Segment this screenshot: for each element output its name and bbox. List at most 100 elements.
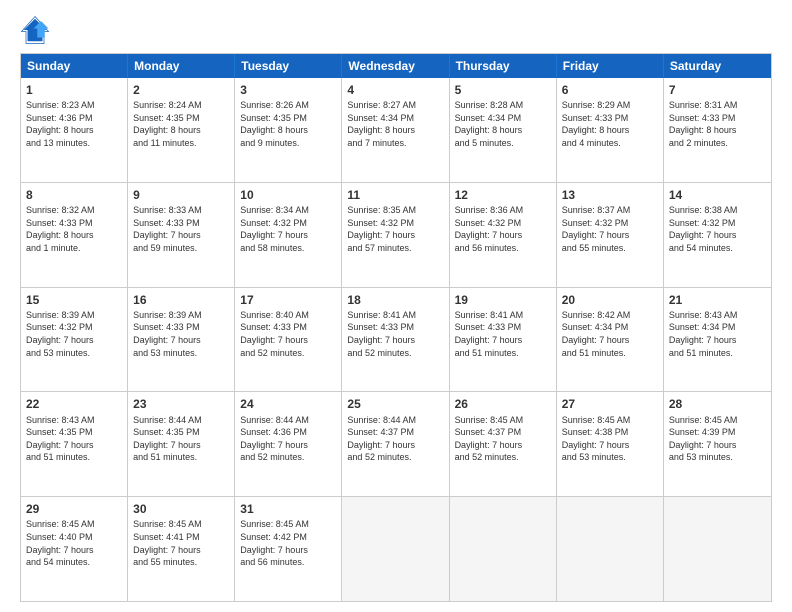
day-number: 21 bbox=[669, 292, 766, 308]
calendar-cell: 23 Sunrise: 8:44 AM Sunset: 4:35 PM Dayli… bbox=[128, 392, 235, 496]
page: SundayMondayTuesdayWednesdayThursdayFrid… bbox=[0, 0, 792, 612]
day-number: 28 bbox=[669, 396, 766, 412]
logo-icon bbox=[20, 15, 50, 45]
calendar-header-cell: Wednesday bbox=[342, 54, 449, 78]
cell-text: Sunrise: 8:45 AM Sunset: 4:40 PM Dayligh… bbox=[26, 518, 122, 568]
cell-text: Sunrise: 8:45 AM Sunset: 4:38 PM Dayligh… bbox=[562, 414, 658, 464]
calendar-body: 1Sunrise: 8:23 AM Sunset: 4:36 PM Daylig… bbox=[21, 78, 771, 601]
cell-text: Sunrise: 8:35 AM Sunset: 4:32 PM Dayligh… bbox=[347, 204, 443, 254]
calendar-cell: 13Sunrise: 8:37 AM Sunset: 4:32 PM Dayli… bbox=[557, 183, 664, 287]
cell-text: Sunrise: 8:27 AM Sunset: 4:34 PM Dayligh… bbox=[347, 99, 443, 149]
day-number: 4 bbox=[347, 82, 443, 98]
calendar-header-cell: Saturday bbox=[664, 54, 771, 78]
cell-text: Sunrise: 8:41 AM Sunset: 4:33 PM Dayligh… bbox=[455, 309, 551, 359]
cell-text: Sunrise: 8:33 AM Sunset: 4:33 PM Dayligh… bbox=[133, 204, 229, 254]
calendar-cell: 15Sunrise: 8:39 AM Sunset: 4:32 PM Dayli… bbox=[21, 288, 128, 392]
calendar-cell: 8Sunrise: 8:32 AM Sunset: 4:33 PM Daylig… bbox=[21, 183, 128, 287]
calendar-cell: 28 Sunrise: 8:45 AM Sunset: 4:39 PM Dayli… bbox=[664, 392, 771, 496]
cell-text: Sunrise: 8:32 AM Sunset: 4:33 PM Dayligh… bbox=[26, 204, 122, 254]
cell-text: Sunrise: 8:45 AM Sunset: 4:41 PM Dayligh… bbox=[133, 518, 229, 568]
calendar-header-cell: Thursday bbox=[450, 54, 557, 78]
calendar-cell: 26Sunrise: 8:45 AM Sunset: 4:37 PM Dayli… bbox=[450, 392, 557, 496]
cell-text: Sunrise: 8:31 AM Sunset: 4:33 PM Dayligh… bbox=[669, 99, 766, 149]
day-number: 29 bbox=[26, 501, 122, 517]
day-number: 25 bbox=[347, 396, 443, 412]
cell-text: Sunrise: 8:39 AM Sunset: 4:33 PM Dayligh… bbox=[133, 309, 229, 359]
calendar-header-cell: Tuesday bbox=[235, 54, 342, 78]
calendar-cell bbox=[664, 497, 771, 601]
calendar-cell: 9Sunrise: 8:33 AM Sunset: 4:33 PM Daylig… bbox=[128, 183, 235, 287]
calendar-cell bbox=[450, 497, 557, 601]
cell-text: Sunrise: 8:44 AM Sunset: 4:36 PM Dayligh… bbox=[240, 414, 336, 464]
cell-text: Sunrise: 8:43 AM Sunset: 4:34 PM Dayligh… bbox=[669, 309, 766, 359]
calendar-week: 8Sunrise: 8:32 AM Sunset: 4:33 PM Daylig… bbox=[21, 183, 771, 288]
calendar-cell: 7Sunrise: 8:31 AM Sunset: 4:33 PM Daylig… bbox=[664, 78, 771, 182]
logo bbox=[20, 15, 54, 45]
day-number: 15 bbox=[26, 292, 122, 308]
calendar-cell: 17Sunrise: 8:40 AM Sunset: 4:33 PM Dayli… bbox=[235, 288, 342, 392]
day-number: 20 bbox=[562, 292, 658, 308]
day-number: 10 bbox=[240, 187, 336, 203]
cell-text: Sunrise: 8:38 AM Sunset: 4:32 PM Dayligh… bbox=[669, 204, 766, 254]
calendar-cell: 22Sunrise: 8:43 AM Sunset: 4:35 PM Dayli… bbox=[21, 392, 128, 496]
calendar-week: 1Sunrise: 8:23 AM Sunset: 4:36 PM Daylig… bbox=[21, 78, 771, 183]
calendar-cell bbox=[342, 497, 449, 601]
day-number: 7 bbox=[669, 82, 766, 98]
calendar-cell: 6Sunrise: 8:29 AM Sunset: 4:33 PM Daylig… bbox=[557, 78, 664, 182]
calendar-cell: 16Sunrise: 8:39 AM Sunset: 4:33 PM Dayli… bbox=[128, 288, 235, 392]
calendar-cell: 1Sunrise: 8:23 AM Sunset: 4:36 PM Daylig… bbox=[21, 78, 128, 182]
cell-text: Sunrise: 8:45 AM Sunset: 4:39 PM Dayligh… bbox=[669, 414, 766, 464]
day-number: 8 bbox=[26, 187, 122, 203]
cell-text: Sunrise: 8:41 AM Sunset: 4:33 PM Dayligh… bbox=[347, 309, 443, 359]
day-number: 9 bbox=[133, 187, 229, 203]
calendar-cell: 27 Sunrise: 8:45 AM Sunset: 4:38 PM Dayli… bbox=[557, 392, 664, 496]
day-number: 14 bbox=[669, 187, 766, 203]
calendar-cell: 2Sunrise: 8:24 AM Sunset: 4:35 PM Daylig… bbox=[128, 78, 235, 182]
cell-text: Sunrise: 8:29 AM Sunset: 4:33 PM Dayligh… bbox=[562, 99, 658, 149]
day-number: 3 bbox=[240, 82, 336, 98]
calendar-cell: 19Sunrise: 8:41 AM Sunset: 4:33 PM Dayli… bbox=[450, 288, 557, 392]
day-number: 11 bbox=[347, 187, 443, 203]
calendar-cell: 4Sunrise: 8:27 AM Sunset: 4:34 PM Daylig… bbox=[342, 78, 449, 182]
cell-text: Sunrise: 8:23 AM Sunset: 4:36 PM Dayligh… bbox=[26, 99, 122, 149]
cell-text: Sunrise: 8:24 AM Sunset: 4:35 PM Dayligh… bbox=[133, 99, 229, 149]
calendar-cell: 24 Sunrise: 8:44 AM Sunset: 4:36 PM Dayli… bbox=[235, 392, 342, 496]
cell-text: Sunrise: 8:42 AM Sunset: 4:34 PM Dayligh… bbox=[562, 309, 658, 359]
calendar-header-cell: Sunday bbox=[21, 54, 128, 78]
day-number: 24 bbox=[240, 396, 336, 412]
day-number: 13 bbox=[562, 187, 658, 203]
day-number: 2 bbox=[133, 82, 229, 98]
cell-text: Sunrise: 8:28 AM Sunset: 4:34 PM Dayligh… bbox=[455, 99, 551, 149]
day-number: 16 bbox=[133, 292, 229, 308]
day-number: 26 bbox=[455, 396, 551, 412]
cell-text: Sunrise: 8:44 AM Sunset: 4:35 PM Dayligh… bbox=[133, 414, 229, 464]
calendar-cell: 5Sunrise: 8:28 AM Sunset: 4:34 PM Daylig… bbox=[450, 78, 557, 182]
calendar-header: SundayMondayTuesdayWednesdayThursdayFrid… bbox=[21, 54, 771, 78]
cell-text: Sunrise: 8:34 AM Sunset: 4:32 PM Dayligh… bbox=[240, 204, 336, 254]
day-number: 31 bbox=[240, 501, 336, 517]
cell-text: Sunrise: 8:26 AM Sunset: 4:35 PM Dayligh… bbox=[240, 99, 336, 149]
cell-text: Sunrise: 8:36 AM Sunset: 4:32 PM Dayligh… bbox=[455, 204, 551, 254]
calendar-week: 22Sunrise: 8:43 AM Sunset: 4:35 PM Dayli… bbox=[21, 392, 771, 497]
header bbox=[20, 15, 772, 45]
cell-text: Sunrise: 8:39 AM Sunset: 4:32 PM Dayligh… bbox=[26, 309, 122, 359]
calendar-cell: 31Sunrise: 8:45 AM Sunset: 4:42 PM Dayli… bbox=[235, 497, 342, 601]
day-number: 17 bbox=[240, 292, 336, 308]
cell-text: Sunrise: 8:40 AM Sunset: 4:33 PM Dayligh… bbox=[240, 309, 336, 359]
calendar-cell: 25 Sunrise: 8:44 AM Sunset: 4:37 PM Dayli… bbox=[342, 392, 449, 496]
calendar-week: 29Sunrise: 8:45 AM Sunset: 4:40 PM Dayli… bbox=[21, 497, 771, 601]
day-number: 27 bbox=[562, 396, 658, 412]
calendar-cell: 10Sunrise: 8:34 AM Sunset: 4:32 PM Dayli… bbox=[235, 183, 342, 287]
calendar-cell: 20Sunrise: 8:42 AM Sunset: 4:34 PM Dayli… bbox=[557, 288, 664, 392]
calendar-header-cell: Friday bbox=[557, 54, 664, 78]
calendar: SundayMondayTuesdayWednesdayThursdayFrid… bbox=[20, 53, 772, 602]
day-number: 12 bbox=[455, 187, 551, 203]
cell-text: Sunrise: 8:44 AM Sunset: 4:37 PM Dayligh… bbox=[347, 414, 443, 464]
day-number: 22 bbox=[26, 396, 122, 412]
calendar-cell bbox=[557, 497, 664, 601]
day-number: 30 bbox=[133, 501, 229, 517]
calendar-cell: 21Sunrise: 8:43 AM Sunset: 4:34 PM Dayli… bbox=[664, 288, 771, 392]
day-number: 23 bbox=[133, 396, 229, 412]
calendar-cell: 12Sunrise: 8:36 AM Sunset: 4:32 PM Dayli… bbox=[450, 183, 557, 287]
calendar-cell: 11Sunrise: 8:35 AM Sunset: 4:32 PM Dayli… bbox=[342, 183, 449, 287]
